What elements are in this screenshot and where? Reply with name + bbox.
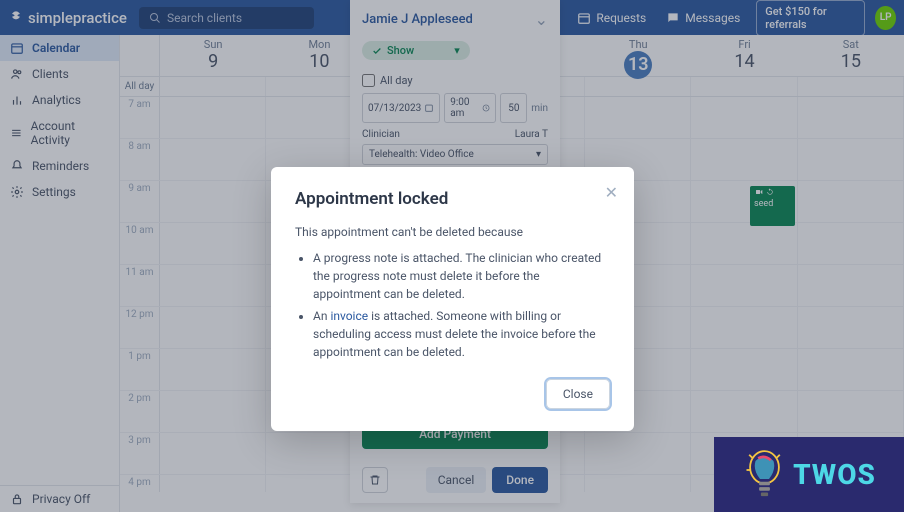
modal-close-button[interactable]: ✕ <box>605 183 618 202</box>
lightbulb-icon <box>742 447 787 502</box>
modal-bullet-2: An invoice is attached. Someone with bil… <box>313 307 610 361</box>
close-button[interactable]: Close <box>546 379 610 409</box>
modal-bullet-1: A progress note is attached. The clinici… <box>313 249 610 303</box>
modal-title: Appointment locked <box>295 189 610 209</box>
modal-intro: This appointment can't be deleted becaus… <box>295 223 610 241</box>
twos-text: TWOS <box>793 458 876 491</box>
appointment-locked-modal: ✕ Appointment locked This appointment ca… <box>271 167 634 431</box>
twos-badge: TWOS <box>714 437 904 512</box>
invoice-link[interactable]: invoice <box>330 309 368 323</box>
